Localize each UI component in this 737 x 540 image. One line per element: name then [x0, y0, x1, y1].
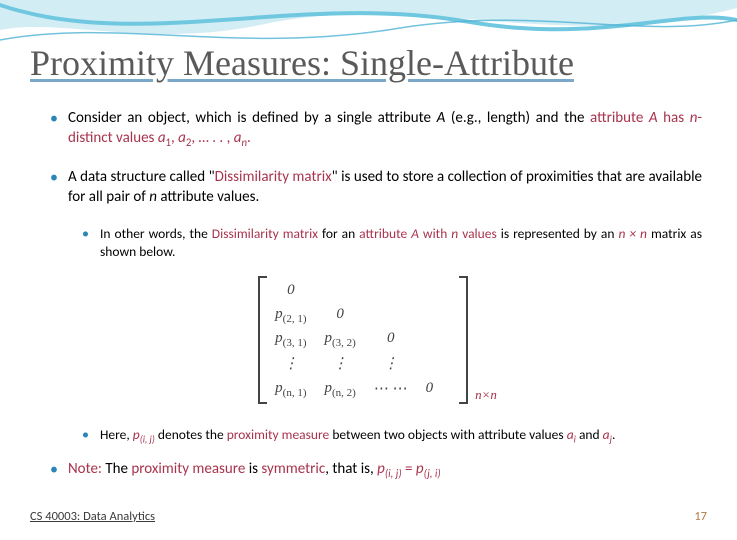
bullet-pij-desc: Here, p(i, j) denotes the proximity meas… [82, 426, 702, 444]
text: Consider an object, which is defined by … [68, 109, 437, 127]
text: attribute [590, 109, 649, 127]
text: Here, [100, 426, 133, 443]
cell: p(3, 1) [275, 330, 306, 348]
left-bracket-icon [255, 275, 269, 405]
note-label: Note: [68, 460, 102, 478]
text: The [102, 460, 131, 478]
text: In other words, the [100, 225, 212, 242]
var-a: a [158, 129, 166, 147]
cell: 0 [426, 380, 434, 398]
var-p: p [133, 426, 140, 443]
page-number: 17 [694, 509, 707, 524]
text: has [658, 109, 690, 127]
text: attribute values. [157, 188, 259, 206]
slide-title: Proximity Measures: Single-Attribute [30, 42, 574, 84]
right-bracket-icon [457, 275, 471, 405]
text: denotes the [155, 426, 227, 443]
matrix-dimension: n×n [471, 387, 497, 405]
text: , … . . , [191, 129, 233, 147]
var-p: p [377, 460, 385, 478]
text: between two objects with attribute value… [329, 426, 566, 443]
var-a: a [603, 426, 610, 443]
text: . [612, 426, 615, 443]
slide-footer: CS 40003: Data Analytics 17 [30, 509, 707, 524]
term-symmetric: symmetric [261, 460, 325, 478]
cell: p(3, 2) [324, 330, 355, 348]
cell: p(n, 2) [324, 380, 355, 398]
term-proximity: proximity measure [131, 460, 245, 478]
sub: (j, i) [424, 467, 441, 480]
dim: n × n [618, 225, 647, 242]
text: A data structure called " [68, 168, 215, 186]
text: values [458, 225, 497, 242]
bullet-note: Note: The proximity measure is symmetric… [50, 459, 702, 479]
var-n: n [149, 188, 157, 206]
cell: p(n, 1) [275, 380, 306, 398]
vdots: ⋮ [374, 354, 408, 373]
text: is [245, 460, 261, 478]
sub: (i, j) [140, 434, 155, 446]
var-p: p [416, 460, 424, 478]
var-A: A [411, 225, 419, 242]
var-A: A [437, 109, 446, 127]
cell: 0 [324, 306, 355, 324]
text: with [419, 225, 451, 242]
hdots: ⋯ ⋯ [374, 379, 408, 398]
var-a: a [567, 426, 574, 443]
slide-content: Consider an object, which is defined by … [50, 108, 702, 497]
term-proximity: proximity measure [227, 426, 330, 443]
cell: 0 [275, 282, 306, 300]
vdots: ⋮ [324, 354, 355, 373]
text: attribute [359, 225, 411, 242]
bullet-consider: Consider an object, which is defined by … [50, 108, 702, 149]
course-code: CS 40003: Data Analytics [30, 509, 155, 524]
text: for an [318, 225, 359, 242]
matrix-display: 0 p(2, 1) 0 p(3, 1) p(3, 2) 0 ⋮ ⋮ ⋮ p(n, 1) p(… [50, 275, 702, 410]
cell: p(2, 1) [275, 306, 306, 324]
matrix-grid: 0 p(2, 1) 0 p(3, 1) p(3, 2) 0 ⋮ ⋮ ⋮ p(n, 1) p(… [269, 278, 457, 402]
bullet-matrix-desc: In other words, the Dissimilarity matrix… [82, 225, 702, 261]
sub: (i, j) [385, 467, 402, 480]
vdots: ⋮ [275, 354, 306, 373]
term-dissimilarity: Dissimilarity matrix [215, 168, 332, 186]
term-dissimilarity: Dissimilarity matrix [212, 225, 318, 242]
text: . [247, 129, 251, 147]
var-a: a [178, 129, 186, 147]
cell: 0 [374, 330, 408, 348]
text: (e.g., length) and the [445, 109, 590, 127]
text: , that is, [325, 460, 377, 478]
bullet-dissimilarity: A data structure called "Dissimilarity m… [50, 167, 702, 208]
var-A: A [649, 109, 658, 127]
text: = [402, 460, 416, 478]
text: and [576, 426, 603, 443]
text: is represented by an [497, 225, 619, 242]
